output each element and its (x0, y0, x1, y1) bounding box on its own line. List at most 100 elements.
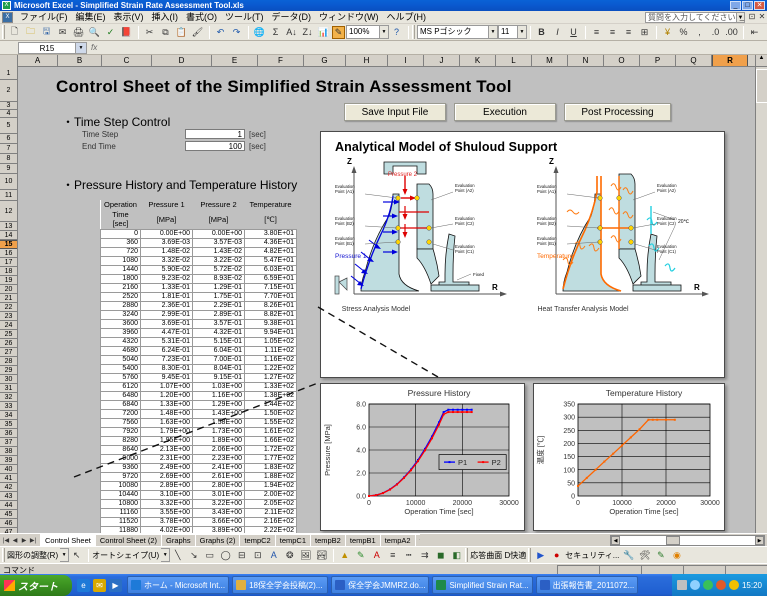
line-style-icon[interactable]: ≡ (385, 548, 400, 563)
cell[interactable]: 1.95E+00 (140, 436, 193, 446)
format-painter-icon[interactable]: 🖌 (190, 25, 205, 40)
row-header-21[interactable]: 21 (0, 294, 17, 303)
row-header-15[interactable]: 15 (0, 240, 17, 249)
comma-style-button[interactable]: , (692, 25, 707, 40)
row-header-33[interactable]: 33 (0, 402, 17, 411)
clipart-icon[interactable]: 🖼 (298, 548, 313, 563)
font-name-dropdown-icon[interactable]: ▼ (489, 25, 498, 39)
cell[interactable]: 3600 (100, 319, 141, 329)
post-processing-button[interactable]: Post Processing (564, 103, 671, 121)
cell[interactable]: 8.82E+01 (244, 310, 297, 320)
help-icon[interactable]: ? (389, 25, 404, 40)
table-row[interactable]: 8640 2.13E+00 2.06E+00 1.72E+02 (100, 445, 297, 455)
row-header-27[interactable]: 27 (0, 348, 17, 357)
cell[interactable]: 4680 (100, 346, 141, 356)
cell[interactable]: 3.22E-02 (192, 256, 245, 266)
cell[interactable]: 3.32E-02 (140, 256, 193, 266)
table-row[interactable]: 10080 2.89E+00 2.80E+00 1.94E+02 (100, 481, 297, 491)
cell[interactable]: 1080 (100, 256, 141, 266)
cell[interactable]: 7.23E-01 (140, 355, 193, 365)
column-header-q[interactable]: Q (676, 55, 712, 66)
drawbar-end-grip[interactable] (465, 548, 469, 562)
tray-volume-icon[interactable] (689, 580, 700, 590)
ask-a-question-input[interactable]: 質問を入力してください (645, 12, 737, 23)
cell[interactable]: 3240 (100, 310, 141, 320)
column-header-a[interactable]: A (18, 55, 58, 66)
doc-close-button[interactable]: ✕ (758, 12, 766, 21)
column-header-s[interactable]: S (748, 55, 755, 66)
cell[interactable]: 6.04E-01 (192, 346, 245, 356)
cell[interactable]: 3.10E+00 (140, 490, 193, 500)
align-left-icon[interactable]: ≡ (589, 25, 604, 40)
cell[interactable]: 2.89E-01 (192, 310, 245, 320)
cell[interactable]: 1440 (100, 265, 141, 275)
table-row[interactable]: 2880 2.36E-01 2.29E-01 8.26E+01 (100, 301, 297, 311)
autoshapes-dropdown-icon[interactable]: ▼ (161, 548, 171, 562)
cell[interactable]: 2.11E+02 (244, 508, 297, 518)
cell[interactable]: 11520 (100, 517, 141, 527)
security-dot-icon[interactable]: ● (549, 548, 564, 563)
cell[interactable]: 1.75E-01 (192, 292, 245, 302)
hyperlink-icon[interactable]: 🌐 (252, 25, 267, 40)
font-color-draw-icon[interactable]: A (369, 548, 384, 563)
cell[interactable]: 1.05E+02 (244, 337, 297, 347)
table-row[interactable]: 0 0.00E+00 0.00E+00 3.80E+01 (100, 229, 297, 239)
design-mode-icon[interactable]: ✎ (653, 548, 668, 563)
toolbar-grip[interactable] (2, 25, 5, 39)
menu-item-tools[interactable]: ツール(T) (221, 11, 268, 23)
select-all-corner[interactable] (0, 55, 18, 67)
cell[interactable]: 1.20E+00 (140, 391, 193, 401)
table-row[interactable]: 4320 5.31E-01 5.15E-01 1.05E+02 (100, 337, 297, 347)
column-header-p[interactable]: P (640, 55, 676, 66)
row-header-18[interactable]: 18 (0, 267, 17, 276)
column-header-d[interactable]: D (152, 55, 212, 66)
print-preview-icon[interactable]: 🔍 (87, 25, 102, 40)
sort-ascending-icon[interactable]: A↓ (284, 25, 299, 40)
cell[interactable]: 6840 (100, 400, 141, 410)
undo-icon[interactable]: ↶ (213, 25, 228, 40)
addin-grip[interactable] (528, 548, 532, 562)
cell[interactable]: 3.57E-03 (192, 238, 245, 248)
merge-cells-icon[interactable]: ⊞ (637, 25, 652, 40)
cell[interactable]: 6.24E-01 (140, 346, 193, 356)
cell[interactable]: 7200 (100, 409, 141, 419)
cell[interactable]: 1.81E-01 (140, 292, 193, 302)
cell[interactable]: 10440 (100, 490, 141, 500)
macro-icon[interactable]: ◉ (669, 548, 684, 563)
row-header-45[interactable]: 45 (0, 510, 17, 519)
row-header-9[interactable]: 9 (0, 164, 17, 174)
sheet-canvas[interactable]: Control Sheet of the Simplified Strain A… (18, 67, 767, 533)
table-row[interactable]: 720 1.48E-02 1.43E-02 4.82E+01 (100, 247, 297, 257)
cell[interactable]: 9.23E-02 (140, 274, 193, 284)
vertical-scrollbar-thumb[interactable] (756, 69, 767, 103)
cell[interactable]: 1.61E+02 (244, 427, 297, 437)
cell[interactable]: 1.22E+02 (244, 364, 297, 374)
vertical-scrollbar[interactable] (755, 67, 767, 533)
cell[interactable]: 2.05E+02 (244, 499, 297, 509)
vertical-text-box-icon[interactable]: ⊡ (250, 548, 265, 563)
tray-misc-icon[interactable] (728, 580, 739, 590)
cell[interactable]: 1.16E+02 (244, 355, 297, 365)
row-header-24[interactable]: 24 (0, 321, 17, 330)
cell[interactable]: 3960 (100, 328, 141, 338)
sheet-tab-tempc2[interactable]: tempC2 (239, 534, 275, 546)
row-header-42[interactable]: 42 (0, 483, 17, 492)
rectangle-icon[interactable]: ▭ (202, 548, 217, 563)
cell[interactable]: 5.90E-02 (140, 265, 193, 275)
close-button[interactable]: ✕ (754, 1, 765, 10)
cell[interactable]: 1.94E+02 (244, 481, 297, 491)
cell[interactable]: 8640 (100, 445, 141, 455)
table-row[interactable]: 9720 2.69E+00 2.61E+00 1.88E+02 (100, 472, 297, 482)
column-header-g[interactable]: G (304, 55, 346, 66)
menu-item-data[interactable]: データ(D) (268, 11, 316, 23)
cell[interactable]: 2.61E+00 (192, 472, 245, 482)
cell[interactable]: 2.69E+00 (140, 472, 193, 482)
chart-wizard-icon[interactable]: 📊 (316, 25, 331, 40)
line-icon[interactable]: ╲ (170, 548, 185, 563)
spell-check-icon[interactable]: ✓ (103, 25, 118, 40)
row-header-32[interactable]: 32 (0, 393, 17, 402)
cell[interactable]: 1.29E+00 (192, 400, 245, 410)
table-row[interactable]: 3240 2.99E-01 2.89E-01 8.82E+01 (100, 310, 297, 320)
cell[interactable]: 1800 (100, 274, 141, 284)
menu-item-window[interactable]: ウィンドウ(W) (315, 11, 383, 23)
